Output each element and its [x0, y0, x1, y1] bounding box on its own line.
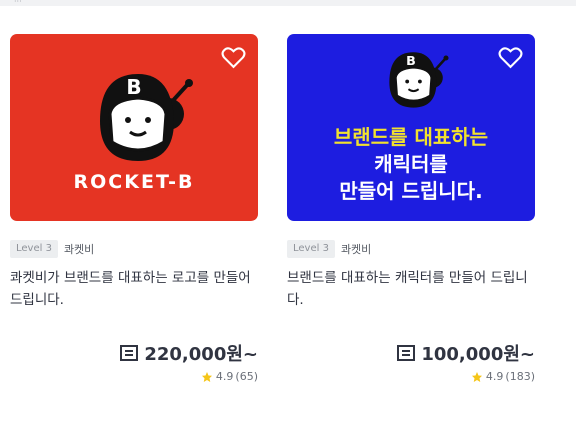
banner-line-3: 만들어 드립니다. — [339, 179, 483, 203]
gig-rating: 4.9 (183) — [471, 370, 535, 383]
gig-title[interactable]: 콰켓비가 브랜드를 대표하는 로고를 만들어 드립니다. — [10, 267, 262, 311]
gig-card[interactable]: B ROCKET-B Level 3 콰켓비 콰켓비가 브랜드를 대표하는 로고… — [10, 34, 258, 383]
gig-title[interactable]: 브랜드를 대표하는 캐릭터를 만들어 드립니다. — [287, 267, 539, 311]
gig-card[interactable]: B 브랜드를 대표하는 캐릭터를 만들어 드립니다. Level 3 콰켓비 브… — [287, 34, 535, 383]
level-badge: Level 3 — [287, 240, 335, 258]
gig-price: 100,000원~ — [397, 340, 535, 366]
seller-name[interactable]: 콰켓비 — [341, 241, 371, 257]
heart-outline-icon[interactable] — [221, 46, 246, 69]
review-count: (65) — [235, 370, 258, 383]
heart-outline-icon[interactable] — [498, 46, 523, 69]
price-value: 220,000원~ — [144, 344, 258, 365]
rating-score: 4.9 — [215, 370, 234, 383]
receipt-icon — [397, 345, 416, 361]
banner-line-1: 브랜드를 대표하는 — [333, 125, 489, 149]
thumbnail-brand-text: ROCKET-B — [73, 171, 195, 193]
thumbnail-banner: 브랜드를 대표하는 캐릭터를 만들어 드립니다. — [287, 124, 535, 205]
seller-name[interactable]: 콰켓비 — [64, 241, 94, 257]
price-value: 100,000원~ — [421, 344, 535, 365]
banner-line-2: 캐릭터를 — [374, 152, 448, 176]
star-icon — [201, 371, 212, 382]
mascot-logo-icon: B — [389, 52, 449, 108]
gig-rating: 4.9 (65) — [201, 370, 258, 383]
seller-meta: Level 3 콰켓비 — [287, 240, 371, 258]
level-badge: Level 3 — [10, 240, 58, 258]
gig-thumbnail[interactable]: B ROCKET-B — [10, 34, 258, 221]
svg-text:B: B — [126, 75, 141, 99]
review-count: (183) — [505, 370, 535, 383]
svg-text:B: B — [406, 53, 416, 68]
gig-thumbnail[interactable]: B 브랜드를 대표하는 캐릭터를 만들어 드립니다. — [287, 34, 535, 221]
seller-meta: Level 3 콰켓비 — [10, 240, 94, 258]
receipt-icon — [120, 345, 139, 361]
gig-price: 220,000원~ — [120, 340, 258, 366]
star-icon — [471, 371, 482, 382]
top-fragment: ··· — [14, 0, 22, 6]
mascot-logo-icon: B — [100, 74, 193, 161]
rating-score: 4.9 — [485, 370, 504, 383]
top-strip: ··· — [0, 0, 576, 6]
